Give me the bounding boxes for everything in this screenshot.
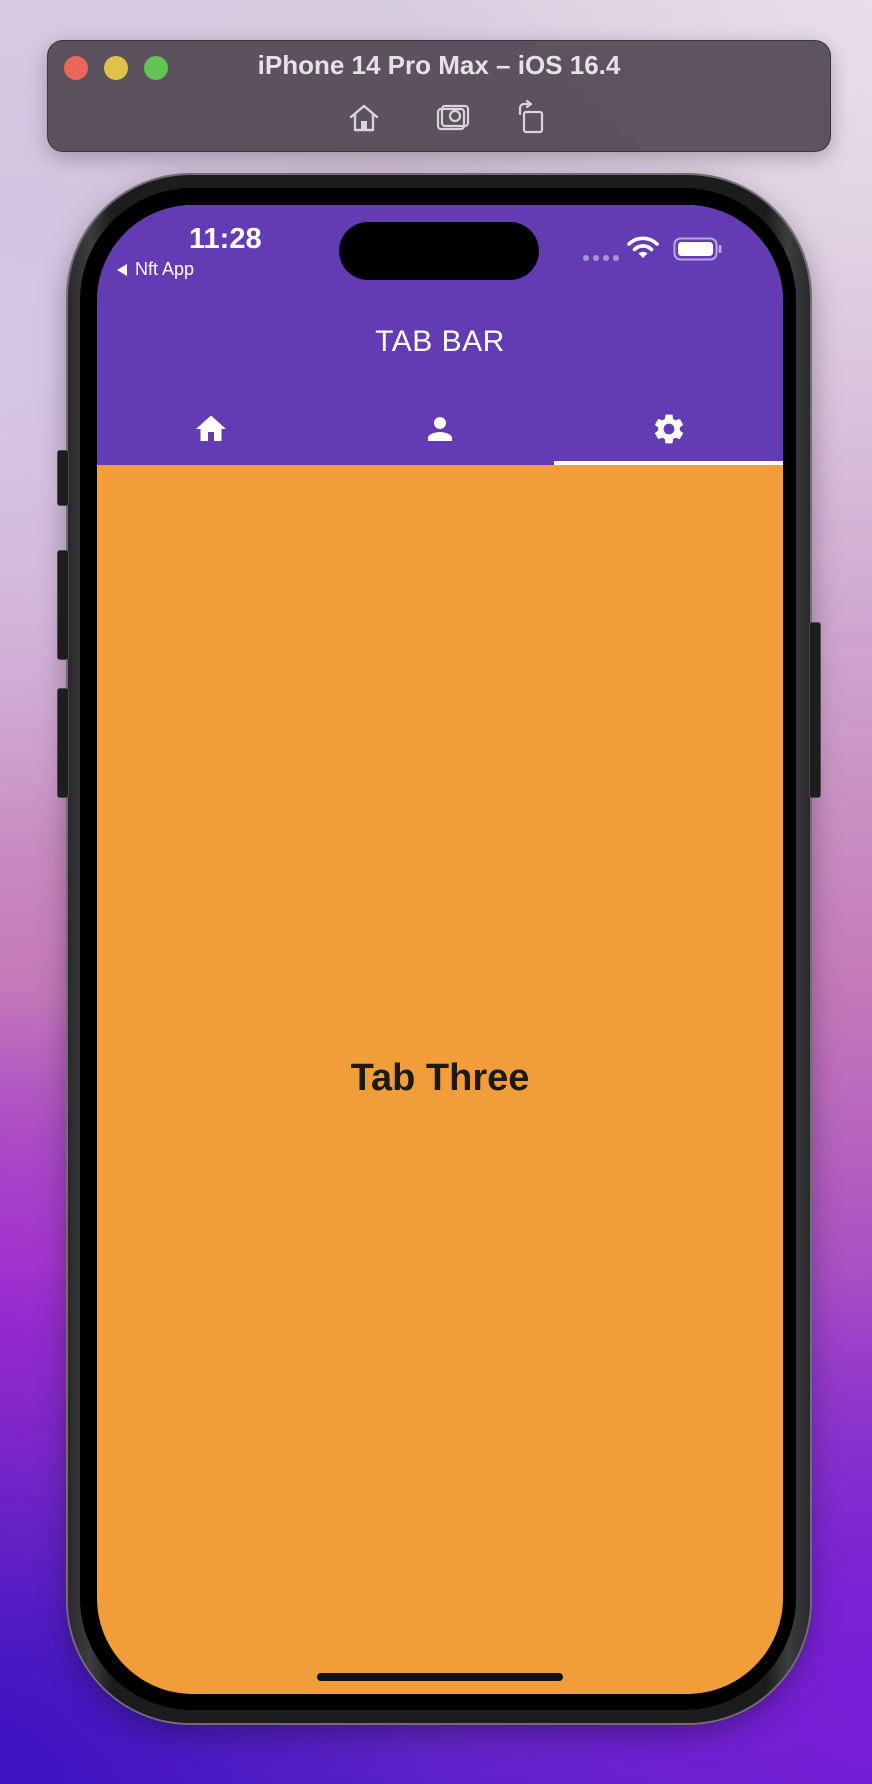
volume-up-button bbox=[57, 550, 69, 660]
tab-content-text: Tab Three bbox=[350, 1057, 530, 1099]
simulator-screenshot-button[interactable] bbox=[435, 100, 471, 136]
tab-profile[interactable] bbox=[326, 393, 555, 465]
home-icon bbox=[196, 415, 227, 441]
tab-settings[interactable] bbox=[554, 393, 783, 465]
phone-screen: 11:28 Nft App TAB BAR Tab Three bbox=[97, 205, 783, 1694]
volume-down-button bbox=[57, 688, 69, 798]
power-button bbox=[809, 622, 821, 798]
status-time: 11:28 bbox=[189, 223, 262, 255]
app-bar: 11:28 Nft App TAB BAR bbox=[97, 205, 783, 465]
mute-switch bbox=[57, 450, 69, 506]
wifi-icon bbox=[627, 236, 659, 258]
dynamic-island bbox=[339, 222, 539, 280]
tab-home[interactable] bbox=[97, 393, 326, 465]
settings-gear-icon bbox=[654, 414, 683, 444]
desktop-background: { "simulator": { "title": "iPhone 14 Pro… bbox=[0, 0, 872, 1784]
simulator-rotate-button[interactable] bbox=[514, 99, 550, 136]
simulator-home-button[interactable] bbox=[346, 100, 382, 136]
simulator-device-title: iPhone 14 Pro Max – iOS 16.4 bbox=[257, 50, 621, 80]
back-app-label: Nft App bbox=[135, 259, 195, 279]
home-icon bbox=[349, 104, 379, 132]
cellular-icon bbox=[583, 255, 619, 261]
home-indicator[interactable] bbox=[317, 1673, 563, 1681]
rotate-icon bbox=[518, 99, 544, 134]
screenshot-icon bbox=[436, 104, 470, 131]
battery-icon bbox=[673, 237, 722, 261]
page-title: TAB BAR bbox=[375, 325, 505, 358]
back-to-app-link[interactable]: Nft App bbox=[117, 259, 194, 280]
selected-tab-indicator bbox=[554, 461, 783, 465]
back-arrow-icon bbox=[117, 263, 127, 276]
person-icon bbox=[428, 417, 452, 441]
tab-bar bbox=[97, 393, 783, 465]
